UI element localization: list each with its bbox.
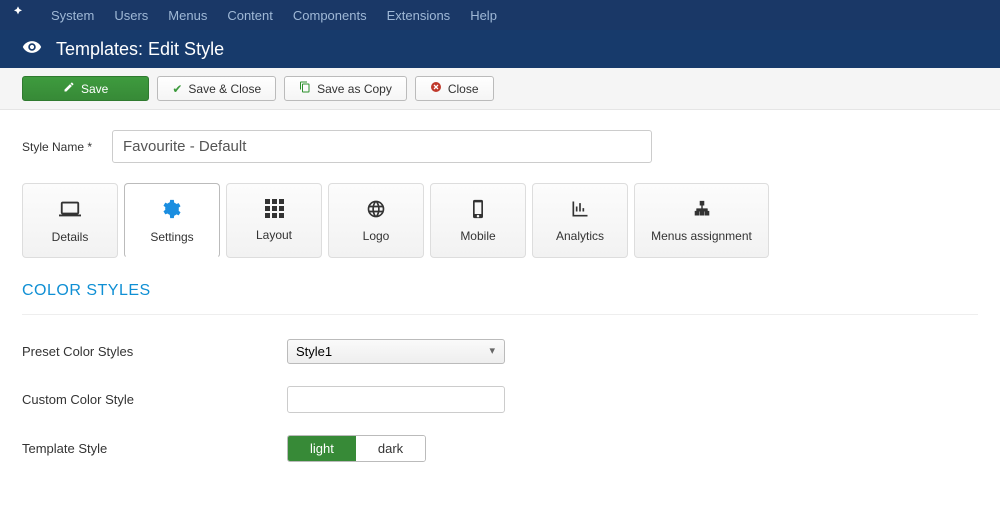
preset-color-select[interactable]: Style1 [287,339,505,364]
style-name-label: Style Name * [22,140,112,154]
copy-icon [299,81,311,96]
preset-color-label: Preset Color Styles [22,344,287,359]
menu-extensions[interactable]: Extensions [377,8,461,23]
main-content: Style Name * Details Settings Layout [0,110,1000,504]
template-style-row: Template Style light dark [22,435,978,462]
menu-components[interactable]: Components [283,8,377,23]
tab-analytics[interactable]: Analytics [532,183,628,258]
tab-label: Analytics [556,229,604,243]
tab-label: Details [52,230,89,244]
close-icon [430,81,442,96]
grid-icon [265,199,284,218]
apply-icon [63,81,75,96]
admin-top-menu: System Users Menus Content Components Ex… [0,0,1000,30]
action-toolbar: Save ✔ Save & Close Save as Copy Close [0,68,1000,110]
save-button[interactable]: Save [22,76,149,101]
save-close-label: Save & Close [188,82,261,96]
tab-strip: Details Settings Layout Logo Mobile [22,183,978,258]
check-icon: ✔ [172,82,182,96]
tab-details[interactable]: Details [22,183,118,258]
laptop-icon [59,198,81,220]
style-name-row: Style Name * [22,130,978,163]
divider [22,314,978,315]
toggle-dark[interactable]: dark [356,436,425,461]
close-label: Close [448,82,479,96]
menu-help[interactable]: Help [460,8,507,23]
globe-icon [366,199,386,219]
template-style-label: Template Style [22,441,287,456]
save-label: Save [81,82,108,96]
close-button[interactable]: Close [415,76,494,101]
custom-color-input[interactable] [287,386,505,413]
tree-icon [692,199,712,219]
menu-menus[interactable]: Menus [158,8,217,23]
save-copy-button[interactable]: Save as Copy [284,76,407,101]
tab-mobile[interactable]: Mobile [430,183,526,258]
custom-color-label: Custom Color Style [22,392,287,407]
bars-icon [570,199,590,219]
eye-icon [22,37,42,62]
preset-color-row: Preset Color Styles Style1 [22,339,978,364]
style-name-input[interactable] [112,130,652,163]
tab-settings[interactable]: Settings [124,183,220,258]
tab-layout[interactable]: Layout [226,183,322,258]
tab-menus-assignment[interactable]: Menus assignment [634,183,769,258]
menu-content[interactable]: Content [217,8,283,23]
menu-users[interactable]: Users [104,8,158,23]
menu-system[interactable]: System [41,8,104,23]
section-heading: COLOR STYLES [22,282,978,300]
tab-label: Logo [363,229,390,243]
joomla-logo-icon[interactable] [10,5,26,26]
tab-label: Menus assignment [651,229,752,243]
page-title: Templates: Edit Style [56,39,224,60]
toggle-light[interactable]: light [288,436,356,461]
save-copy-label: Save as Copy [317,82,392,96]
page-header: Templates: Edit Style [0,30,1000,68]
template-style-toggle: light dark [287,435,426,462]
tab-label: Settings [150,230,193,244]
save-close-button[interactable]: ✔ Save & Close [157,76,276,101]
preset-select-wrap: Style1 [287,339,505,364]
tab-label: Mobile [460,229,495,243]
mobile-icon [468,199,488,219]
cogs-icon [161,198,183,220]
custom-color-row: Custom Color Style [22,386,978,413]
tab-label: Layout [256,228,292,242]
tab-logo[interactable]: Logo [328,183,424,258]
